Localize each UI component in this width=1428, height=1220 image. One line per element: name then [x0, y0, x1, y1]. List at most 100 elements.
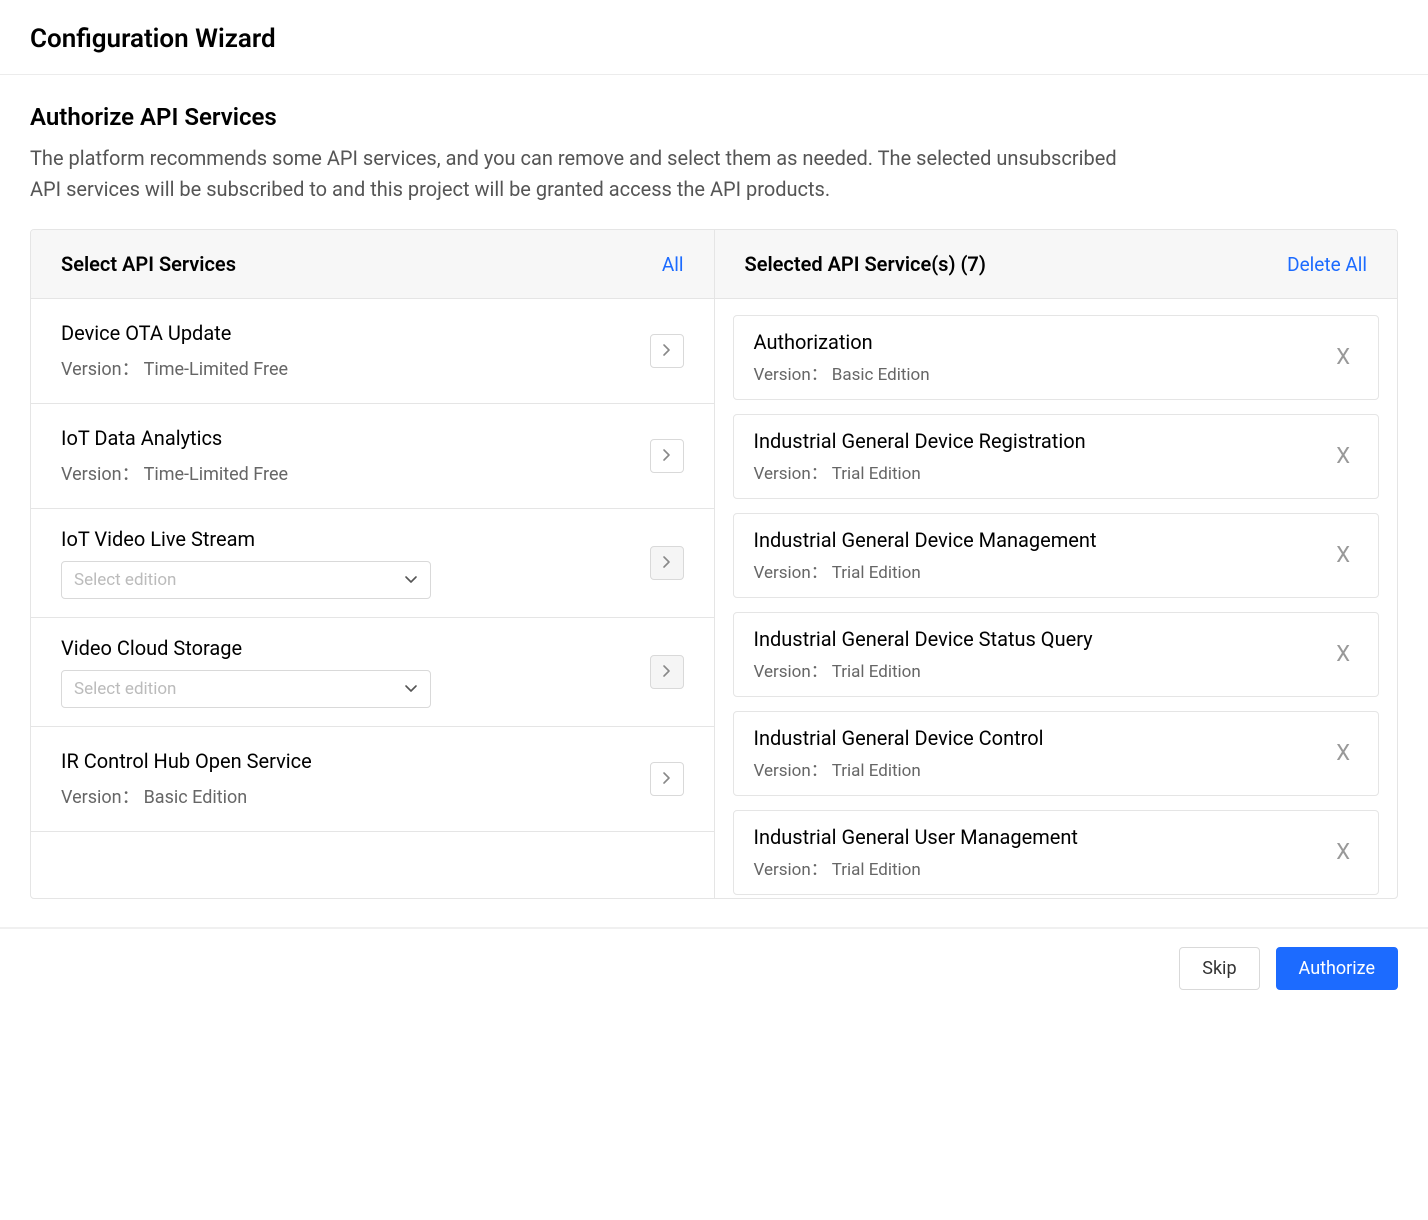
move-right-button: [650, 546, 684, 580]
chevron-right-icon: [662, 343, 672, 360]
selected-item-title: Authorization: [754, 330, 1315, 354]
available-item-title: IoT Data Analytics: [61, 426, 634, 450]
move-right-button[interactable]: [650, 439, 684, 473]
available-item: IoT Data Analytics VersionTime-Limited Fr…: [31, 404, 714, 509]
chevron-right-icon: [662, 555, 672, 572]
available-item-body: IoT Data Analytics VersionTime-Limited Fr…: [61, 426, 634, 486]
close-icon: X: [1336, 642, 1350, 667]
available-panel-header: Select API Services All: [31, 230, 714, 299]
section-heading: Authorize API Services: [30, 103, 1398, 131]
close-icon: X: [1336, 345, 1350, 370]
selected-item-title: Industrial General Device Management: [754, 528, 1315, 552]
available-item-body: Device OTA Update VersionTime-Limited Fre…: [61, 321, 634, 381]
version-value: Time-Limited Free: [144, 359, 288, 380]
edition-select-row: Select edition: [61, 670, 634, 708]
selected-item-title: Industrial General Device Status Query: [754, 627, 1315, 651]
available-item-body: IoT Video Live Stream Select edition: [61, 527, 634, 599]
selected-item: Industrial General Device Management Vers…: [733, 513, 1380, 598]
available-item-title: IoT Video Live Stream: [61, 527, 634, 551]
available-item-title: Device OTA Update: [61, 321, 634, 345]
remove-item-button[interactable]: X: [1328, 442, 1358, 472]
remove-item-button[interactable]: X: [1328, 541, 1358, 571]
version-label: Version: [61, 359, 144, 380]
chevron-right-icon: [662, 448, 672, 465]
close-icon: X: [1336, 444, 1350, 469]
available-item-meta: VersionBasic Edition: [61, 783, 634, 809]
version-value: Trial Edition: [832, 761, 921, 781]
edition-select[interactable]: Select edition: [61, 561, 431, 599]
version-value: Time-Limited Free: [144, 464, 288, 485]
selected-panel: Selected API Service(s) (7) Delete All A…: [715, 230, 1398, 898]
available-list: Device OTA UpdateVersionTime-Limited Fre…: [31, 299, 714, 898]
section-description: The platform recommends some API service…: [30, 143, 1130, 205]
available-item: IoT Video Live Stream Select edition: [31, 509, 714, 618]
available-item: IR Control Hub Open Service VersionBasic …: [31, 727, 714, 832]
select-all-link[interactable]: All: [662, 253, 684, 276]
selected-item: Industrial General Device Status Query Ve…: [733, 612, 1380, 697]
selected-item: Industrial General Device RegistrationVe…: [733, 414, 1380, 499]
available-item-body: Video Cloud Storage Select edition: [61, 636, 634, 708]
selected-item-title: Industrial General Device Control: [754, 726, 1315, 750]
available-item-meta: VersionTime-Limited Free: [61, 355, 634, 381]
version-label: Version: [754, 860, 832, 880]
move-right-button[interactable]: [650, 762, 684, 796]
selected-item-body: Authorization VersionBasic Edition: [754, 330, 1315, 385]
selected-list: AuthorizationVersionBasic EditionXIndust…: [715, 299, 1398, 898]
remove-item-button[interactable]: X: [1328, 838, 1358, 868]
close-icon: X: [1336, 543, 1350, 568]
selected-item-meta: VersionTrial Edition: [754, 558, 1315, 583]
version-label: Version: [754, 464, 832, 484]
available-panel-title: Select API Services: [61, 252, 236, 276]
edition-select-placeholder: Select edition: [74, 679, 176, 699]
page-title: Configuration Wizard: [0, 0, 1428, 74]
remove-item-button[interactable]: X: [1328, 343, 1358, 373]
authorize-button[interactable]: Authorize: [1276, 947, 1398, 990]
selected-item-body: Industrial General Device Control Version…: [754, 726, 1315, 781]
selected-item-title: Industrial General User Management: [754, 825, 1315, 849]
move-right-button[interactable]: [650, 334, 684, 368]
edition-select-row: Select edition: [61, 561, 634, 599]
chevron-down-icon: [404, 682, 418, 696]
selected-panel-title: Selected API Service(s) (7): [745, 252, 986, 276]
available-item-title: Video Cloud Storage: [61, 636, 634, 660]
version-label: Version: [754, 662, 832, 682]
move-right-button: [650, 655, 684, 689]
version-value: Trial Edition: [832, 662, 921, 682]
version-value: Basic Edition: [832, 365, 930, 385]
selected-item-meta: VersionBasic Edition: [754, 360, 1315, 385]
chevron-right-icon: [662, 664, 672, 681]
footer: Skip Authorize: [0, 927, 1428, 1020]
selected-item: Industrial General Device Control Version…: [733, 711, 1380, 796]
version-value: Basic Edition: [144, 787, 248, 808]
remove-item-button[interactable]: X: [1328, 739, 1358, 769]
selected-item-body: Industrial General Device Management Vers…: [754, 528, 1315, 583]
delete-all-link[interactable]: Delete All: [1287, 253, 1367, 276]
selected-item-meta: VersionTrial Edition: [754, 756, 1315, 781]
selected-item: Industrial General User Management Versio…: [733, 810, 1380, 895]
version-label: Version: [754, 761, 832, 781]
selected-item-body: Industrial General User Management Versio…: [754, 825, 1315, 880]
selected-item-meta: VersionTrial Edition: [754, 855, 1315, 880]
selected-item-body: Industrial General Device Status Query Ve…: [754, 627, 1315, 682]
available-panel: Select API Services All Device OTA Updat…: [31, 230, 715, 898]
skip-button[interactable]: Skip: [1179, 947, 1259, 990]
close-icon: X: [1336, 741, 1350, 766]
version-label: Version: [61, 464, 144, 485]
version-label: Version: [61, 787, 144, 808]
selected-item: Authorization VersionBasic Edition X: [733, 315, 1380, 400]
transfer-container: Select API Services All Device OTA Updat…: [30, 229, 1398, 899]
edition-select-placeholder: Select edition: [74, 570, 176, 590]
edition-select[interactable]: Select edition: [61, 670, 431, 708]
chevron-right-icon: [662, 771, 672, 788]
version-value: Trial Edition: [832, 563, 921, 583]
selected-item-body: Industrial General Device RegistrationVe…: [754, 429, 1315, 484]
available-item-meta: VersionTime-Limited Free: [61, 460, 634, 486]
available-item: Video Cloud Storage Select edition: [31, 618, 714, 727]
selected-item-meta: VersionTrial Edition: [754, 459, 1315, 484]
available-item-title: IR Control Hub Open Service: [61, 749, 634, 773]
version-label: Version: [754, 365, 832, 385]
chevron-down-icon: [404, 573, 418, 587]
available-item: Device OTA Update VersionTime-Limited Fre…: [31, 299, 714, 404]
version-value: Trial Edition: [832, 464, 921, 484]
remove-item-button[interactable]: X: [1328, 640, 1358, 670]
